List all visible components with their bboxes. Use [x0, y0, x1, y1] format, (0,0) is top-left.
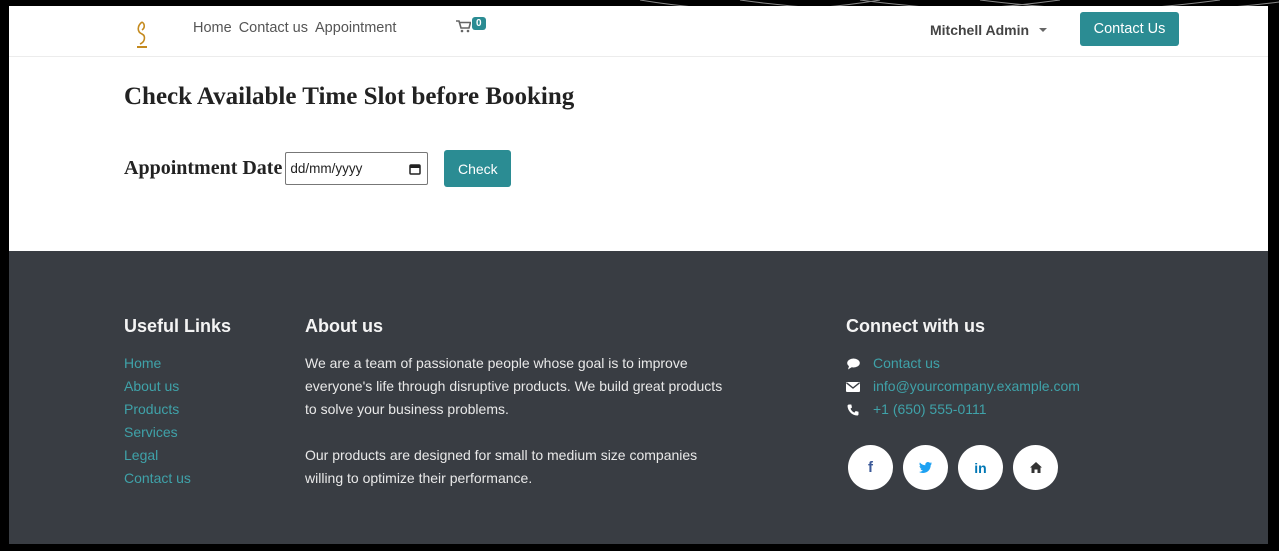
appointment-date-input[interactable]: dd/mm/yyyy — [285, 152, 429, 185]
phone-icon — [846, 403, 860, 417]
social-links: f in — [848, 445, 1058, 490]
connect-email[interactable]: info@yourcompany.example.com — [846, 375, 1080, 398]
connect-phone[interactable]: +1 (650) 555-0111 — [846, 398, 1080, 421]
footer-link-legal[interactable]: Legal — [124, 444, 191, 467]
facebook-icon[interactable]: f — [848, 445, 893, 490]
cart-count-badge: 0 — [472, 17, 486, 30]
footer-link-home[interactable]: Home — [124, 352, 191, 375]
cart-button[interactable]: 0 — [456, 17, 486, 33]
main-menu: Home Contact us Appointment — [193, 20, 396, 36]
footer-link-services[interactable]: Services — [124, 421, 191, 444]
browser-viewport: Home Contact us Appointment 0 Mitchell A… — [9, 6, 1268, 544]
footer-link-contact-us[interactable]: Contact us — [124, 467, 191, 490]
facebook-glyph: f — [868, 459, 873, 476]
shopping-cart-icon — [456, 20, 471, 33]
home-glyph — [1029, 462, 1042, 473]
connect-phone-label: +1 (650) 555-0111 — [873, 401, 987, 417]
comment-icon — [846, 357, 860, 371]
date-placeholder: dd/mm/yyyy — [290, 161, 363, 176]
connect-contact-us[interactable]: Contact us — [846, 352, 1080, 375]
top-navbar: Home Contact us Appointment 0 Mitchell A… — [9, 6, 1268, 57]
caret-down-icon — [1039, 28, 1048, 32]
screenshot-frame: Home Contact us Appointment 0 Mitchell A… — [0, 0, 1279, 551]
connect-email-label: info@yourcompany.example.com — [873, 378, 1080, 394]
footer-link-products[interactable]: Products — [124, 398, 191, 421]
about-us-text: We are a team of passionate people whose… — [305, 352, 735, 490]
check-button[interactable]: Check — [444, 150, 512, 187]
envelope-icon — [846, 380, 860, 394]
about-us-heading: About us — [305, 316, 383, 336]
appointment-date-form: Appointment Date dd/mm/yyyy Check — [124, 150, 512, 187]
home-icon[interactable] — [1013, 445, 1058, 490]
twitter-glyph — [919, 462, 932, 473]
nav-home[interactable]: Home — [193, 20, 232, 36]
nav-appointment[interactable]: Appointment — [315, 20, 396, 36]
linkedin-glyph: in — [974, 459, 987, 476]
contact-us-button[interactable]: Contact Us — [1080, 12, 1179, 46]
useful-links-list: Home About us Products Services Legal Co… — [124, 352, 191, 490]
about-paragraph-2: Our products are designed for small to m… — [305, 447, 698, 486]
page-title: Check Available Time Slot before Booking — [124, 83, 575, 110]
footer-link-about-us[interactable]: About us — [124, 375, 191, 398]
calendar-icon[interactable] — [409, 163, 422, 175]
site-footer: Useful Links Home About us Products Serv… — [9, 251, 1268, 544]
company-logo[interactable] — [133, 20, 151, 50]
linkedin-icon[interactable]: in — [958, 445, 1003, 490]
connect-heading: Connect with us — [846, 316, 985, 336]
connect-list: Contact us info@yourcompany.example.com … — [846, 352, 1080, 421]
user-menu-dropdown[interactable]: Mitchell Admin — [930, 22, 1048, 38]
about-paragraph-1: We are a team of passionate people whose… — [305, 355, 723, 417]
connect-contact-us-label: Contact us — [873, 355, 940, 371]
twitter-icon[interactable] — [903, 445, 948, 490]
useful-links-heading: Useful Links — [124, 316, 232, 336]
nav-contact-us[interactable]: Contact us — [239, 20, 308, 36]
appointment-date-label: Appointment Date — [124, 157, 283, 179]
user-name: Mitchell Admin — [930, 22, 1030, 38]
